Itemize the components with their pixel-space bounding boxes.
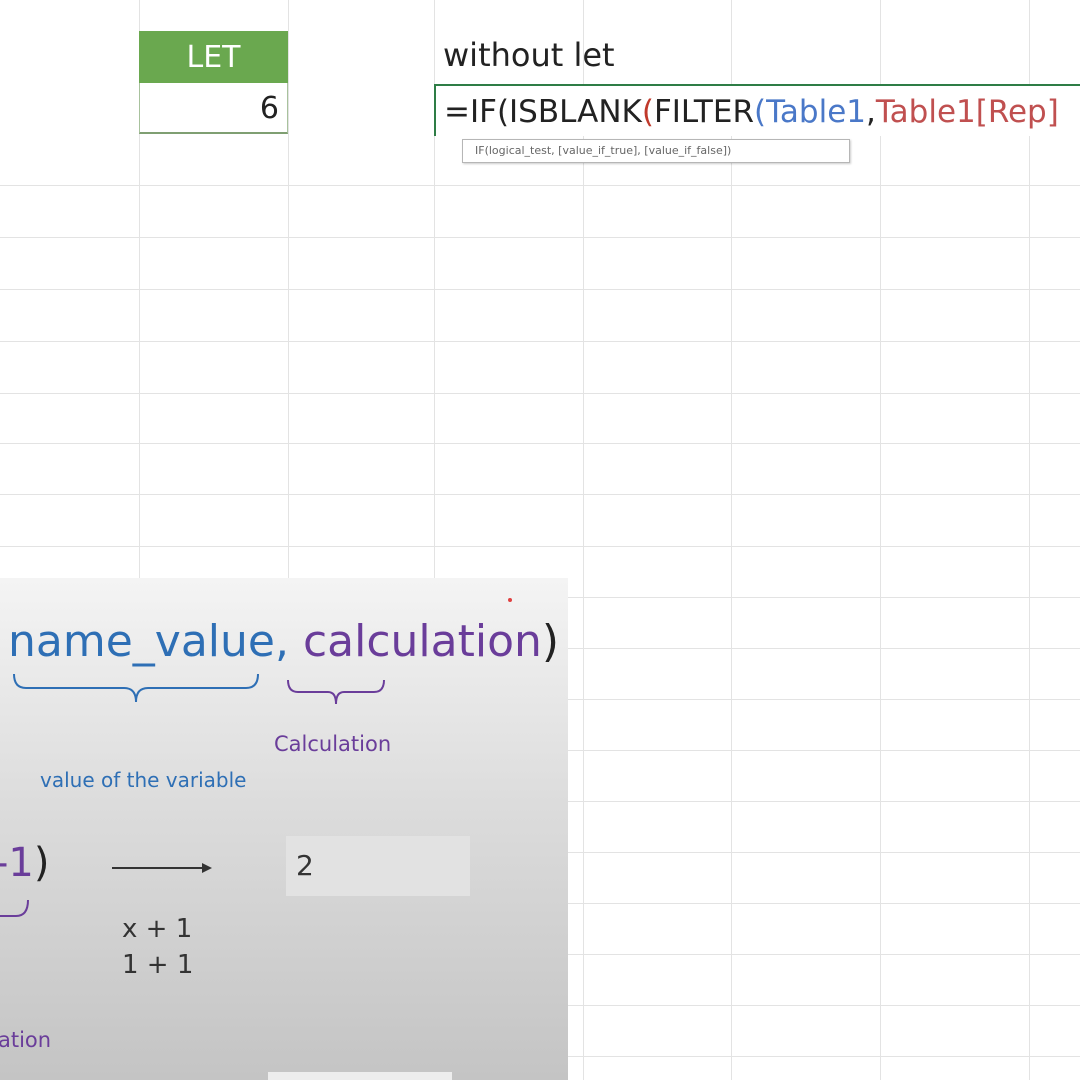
example-number: -1 [0,840,34,886]
calculation-brace-icon [287,679,385,705]
grid-line [0,185,1080,186]
formula-comma: , [866,94,876,130]
grid-line [0,341,1080,342]
example-brace-icon [0,899,29,917]
syntax-close-paren: ) [541,616,560,667]
value-caption: value of the variable [40,768,247,792]
slide-bottom-box [268,1072,452,1080]
bottom-caption: ation [0,1028,52,1052]
arrow-right-icon [112,863,212,873]
without-let-cell[interactable]: without let [443,36,615,74]
syntax-calculation: calculation [302,616,542,667]
grid-line [0,289,1080,290]
result-box: 2 [286,836,470,896]
formula-filter: FILTER [653,94,754,130]
formula-table-ref: Table1 [766,94,866,130]
grid-line [0,393,1080,394]
formula-edit-cell[interactable]: =IF(ISBLANK(FILTER(Table1,Table1[Rep] [434,84,1080,136]
calculation-step: x + 1 [122,914,193,944]
formula-paren: ( [754,94,767,130]
let-header-cell[interactable]: LET [139,31,288,83]
explanation-slide-overlay: name_value, calculation) Calculation val… [0,578,568,1080]
grid-line [0,443,1080,444]
let-syntax-line: name_value, calculation) [8,616,559,667]
grid-line [1029,0,1030,1080]
pointer-dot [508,598,512,602]
calculation-step: 1 + 1 [122,950,194,980]
example-formula-tail: -1) [0,840,50,886]
function-tooltip[interactable]: IF(logical_test, [value_if_true], [value… [462,139,850,163]
let-value-cell[interactable]: 6 [139,83,288,134]
formula-if-isblank: =IF(ISBLANK [444,94,642,130]
grid-line [0,494,1080,495]
formula-column-ref: Table1[Rep] [875,94,1059,130]
grid-line [0,237,1080,238]
example-close-paren: ) [33,840,50,886]
value-brace-icon [13,673,259,703]
grid-line [880,0,881,1080]
calculation-caption: Calculation [274,732,392,756]
formula-paren: ( [641,94,654,130]
syntax-name-value: name_value, [8,616,289,667]
grid-line [0,546,1080,547]
